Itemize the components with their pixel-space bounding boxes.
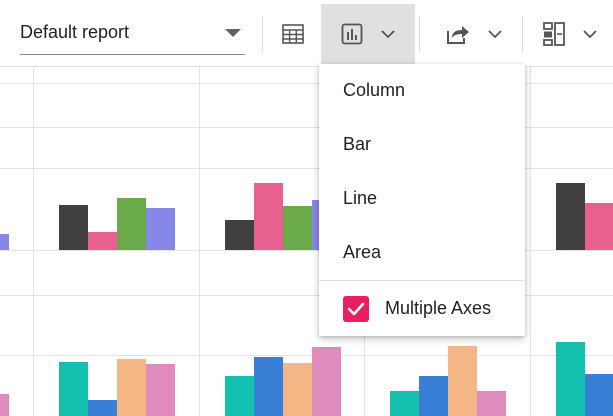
grid-view-button[interactable]	[274, 4, 312, 64]
export-button[interactable]	[440, 4, 508, 64]
chart-column	[0, 394, 9, 416]
chart-column	[477, 391, 506, 416]
menu-item-label: Area	[343, 242, 382, 262]
menu-item-bar[interactable]: Bar	[319, 118, 525, 172]
chart-type-menu: Column Bar Line Area Multiple Axes	[319, 64, 525, 336]
chart-column	[117, 359, 146, 416]
chart-view-button[interactable]	[321, 4, 415, 64]
multiple-axes-option[interactable]: Multiple Axes	[319, 281, 525, 336]
format-button[interactable]	[538, 4, 602, 64]
checkmark-icon	[347, 302, 365, 316]
grid-line	[0, 355, 613, 356]
chart-column	[585, 374, 613, 416]
grid-line	[33, 67, 34, 416]
multiple-axes-label: Multiple Axes	[385, 298, 492, 318]
chart-column	[59, 362, 88, 416]
toolbar-divider	[419, 16, 420, 52]
menu-item-label: Bar	[343, 134, 372, 154]
bar-chart-icon	[341, 23, 363, 45]
chart-column	[556, 342, 585, 416]
report-select[interactable]: Default report	[20, 14, 245, 55]
table-grid-icon	[282, 24, 304, 44]
chart-column	[59, 205, 88, 250]
chevron-down-icon	[381, 29, 395, 38]
multiple-axes-checkbox[interactable]	[343, 296, 369, 322]
grid-line	[530, 67, 531, 416]
pivot-view: Default report Column Bar Line Area Mult…	[0, 0, 613, 416]
menu-item-area[interactable]: Area	[319, 226, 525, 280]
menu-item-column[interactable]: Column	[319, 64, 525, 118]
chart-column	[390, 391, 419, 416]
chart-column	[419, 376, 448, 416]
menu-item-label: Column	[343, 80, 406, 100]
chart-column	[88, 400, 117, 416]
share-export-icon	[447, 26, 469, 44]
chart-column	[146, 208, 175, 250]
chart-column	[254, 357, 283, 416]
chevron-down-icon	[488, 29, 502, 38]
toolbar-divider	[522, 16, 523, 52]
chart-column	[117, 198, 146, 250]
chart-column	[556, 183, 585, 250]
grid-line	[199, 67, 200, 416]
menu-item-line[interactable]: Line	[319, 172, 525, 226]
conditional-format-icon	[543, 22, 565, 46]
menu-item-label: Line	[343, 188, 378, 208]
chevron-down-icon	[583, 29, 597, 38]
toolbar-divider	[262, 16, 263, 52]
chart-column	[254, 183, 283, 250]
chart-column	[225, 220, 254, 250]
report-select-value: Default report	[20, 22, 130, 42]
chart-column	[312, 347, 341, 416]
caret-down-icon	[225, 29, 241, 37]
chart-column	[283, 206, 312, 250]
chart-column	[225, 376, 254, 416]
chart-column	[0, 234, 9, 250]
chart-column	[146, 364, 175, 416]
chart-column	[283, 363, 312, 416]
toolbar: Default report	[0, 0, 613, 67]
chart-column	[585, 203, 613, 250]
chart-column	[448, 346, 477, 416]
chart-column	[88, 232, 117, 250]
